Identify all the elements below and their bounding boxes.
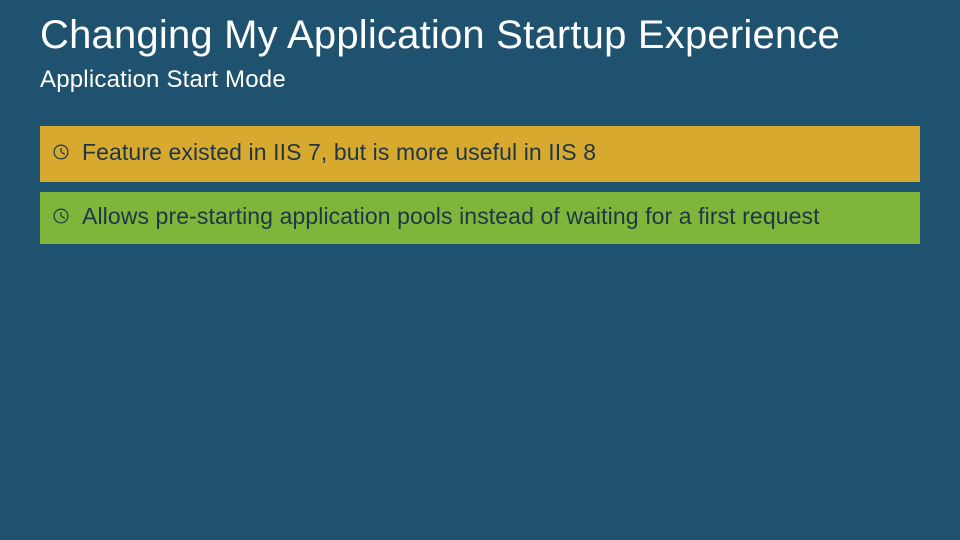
slide: Changing My Application Startup Experien…	[0, 0, 960, 540]
clock-arrow-icon	[52, 207, 70, 225]
slide-subtitle: Application Start Mode	[40, 66, 286, 94]
bullet-text: Feature existed in IIS 7, but is more us…	[82, 138, 596, 168]
slide-title: Changing My Application Startup Experien…	[40, 14, 840, 56]
bullet-row: Allows pre-starting application pools in…	[40, 192, 920, 244]
clock-arrow-icon	[52, 143, 70, 161]
bullet-text: Allows pre-starting application pools in…	[82, 202, 820, 232]
bullet-row: Feature existed in IIS 7, but is more us…	[40, 126, 920, 182]
